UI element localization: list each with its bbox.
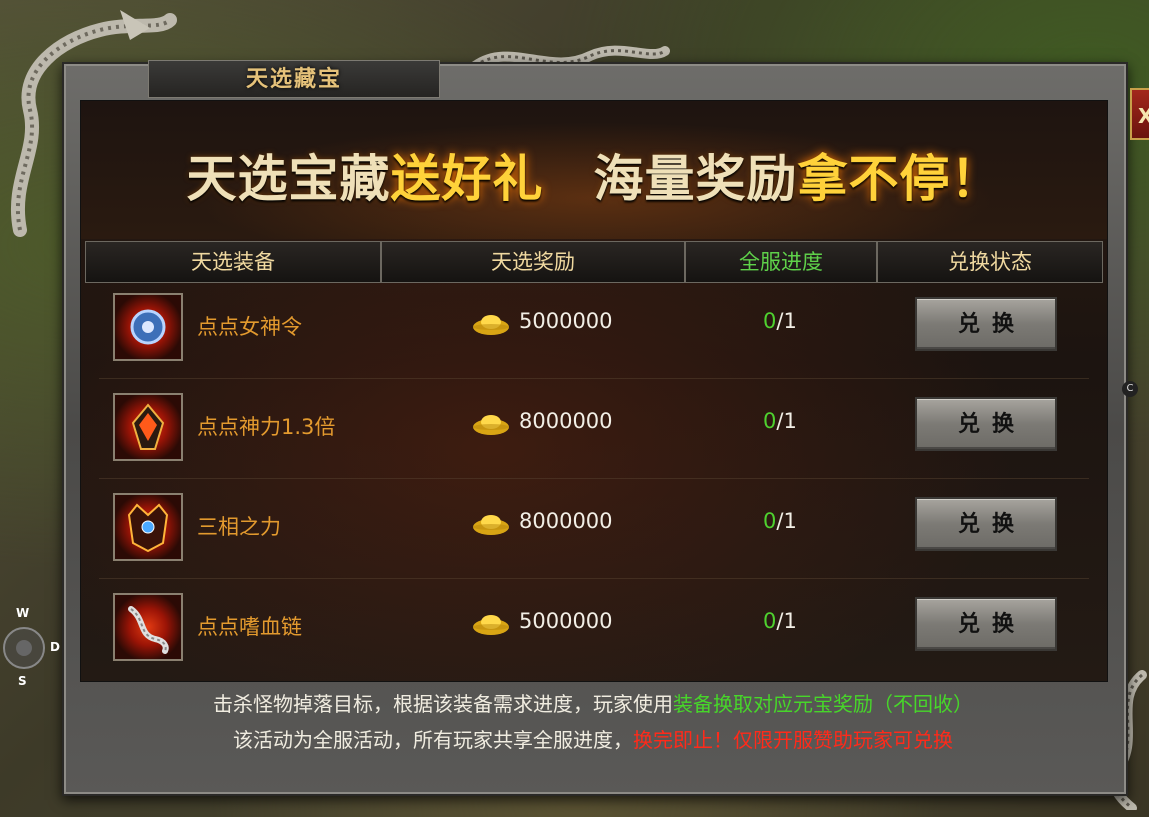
gold-ingot-icon [473, 615, 509, 635]
header-status: 兑换状态 [877, 241, 1103, 283]
reward-value: 5000000 [519, 609, 613, 633]
progress: 0/1 [763, 509, 803, 533]
footer-notes: 击杀怪物掉落目标，根据该装备需求进度，玩家使用装备换取对应元宝奖励（不回收） 该… [80, 682, 1106, 764]
table-row: 点点嗜血链 5000000 0/1 兑换 [81, 583, 1107, 679]
divine-power-icon [113, 393, 183, 461]
progress: 0/1 [763, 409, 803, 433]
movement-compass[interactable]: W D S [2, 598, 60, 688]
gold-ingot-icon [473, 415, 509, 435]
progress-total: /1 [776, 309, 797, 333]
banner-part1-gold: 送好礼 [390, 150, 544, 208]
progress-current: 0 [763, 509, 777, 533]
item-name: 点点女神令 [197, 315, 302, 339]
content-panel: 天选宝藏送好礼 海量奖励拿不停！ 天选装备 天选奖励 全服进度 兑换状态 点点女神… [80, 100, 1108, 682]
row-divider [99, 478, 1089, 479]
banner-part2-gold: 拿不停 [797, 150, 951, 208]
gold-ingot-icon [473, 315, 509, 335]
footer-line2-red: 换完即止！仅限开服赞助玩家可兑换 [633, 728, 953, 752]
banner: 天选宝藏送好礼 海量奖励拿不停！ [81, 101, 1107, 239]
footer-line-1: 击杀怪物掉落目标，根据该装备需求进度，玩家使用装备换取对应元宝奖励（不回收） [80, 688, 1106, 717]
table-row: 点点神力1.3倍 8000000 0/1 兑换 [81, 383, 1107, 479]
goddess-token-icon [113, 293, 183, 361]
footer-line1-white: 击杀怪物掉落目标，根据该装备需求进度，玩家使用 [213, 692, 673, 716]
row-divider [99, 578, 1089, 579]
header-equipment: 天选装备 [85, 241, 381, 283]
table-row: 三相之力 8000000 0/1 兑换 [81, 483, 1107, 579]
gold-ingot-icon [473, 515, 509, 535]
item-name: 点点嗜血链 [197, 615, 302, 639]
footer-line1-green: 装备换取对应元宝奖励（不回收） [673, 692, 973, 716]
progress-current: 0 [763, 309, 777, 333]
compass-d-label: D [50, 640, 60, 654]
header-progress: 全服进度 [685, 241, 877, 283]
progress-total: /1 [776, 509, 797, 533]
table-row: 点点女神令 5000000 0/1 兑换 [81, 283, 1107, 379]
progress: 0/1 [763, 309, 803, 333]
banner-text: 天选宝藏送好礼 海量奖励拿不停！ [81, 139, 1107, 211]
compass-s-label: S [18, 674, 27, 688]
compass-w-label: W [16, 606, 30, 620]
trinity-force-icon [113, 493, 183, 561]
reward-value: 8000000 [519, 409, 613, 433]
window-title: 天选藏宝 [148, 60, 440, 98]
banner-part1-white: 天选宝藏 [186, 150, 391, 208]
exchange-button[interactable]: 兑换 [915, 597, 1057, 651]
banner-part2-white: 海量奖励 [593, 150, 798, 208]
footer-line-2: 该活动为全服活动，所有玩家共享全服进度，换完即止！仅限开服赞助玩家可兑换 [80, 724, 1106, 753]
exchange-button[interactable]: 兑换 [915, 397, 1057, 451]
progress-current: 0 [763, 409, 777, 433]
progress-total: /1 [776, 409, 797, 433]
footer-line2-white: 该活动为全服活动，所有玩家共享全服进度， [233, 728, 633, 752]
exchange-button[interactable]: 兑换 [915, 297, 1057, 351]
reward-value: 5000000 [519, 309, 613, 333]
header-reward: 天选奖励 [381, 241, 685, 283]
progress-total: /1 [776, 609, 797, 633]
exchange-button[interactable]: 兑换 [915, 497, 1057, 551]
progress: 0/1 [763, 609, 803, 633]
item-name: 三相之力 [197, 515, 281, 539]
close-button[interactable]: X [1130, 88, 1149, 140]
item-name: 点点神力1.3倍 [197, 415, 336, 439]
bloodthirst-chain-icon [113, 593, 183, 661]
banner-exclaim: ！ [950, 150, 1002, 208]
row-divider [99, 378, 1089, 379]
progress-current: 0 [763, 609, 777, 633]
reward-value: 8000000 [519, 509, 613, 533]
side-c-button[interactable]: C [1122, 381, 1138, 397]
